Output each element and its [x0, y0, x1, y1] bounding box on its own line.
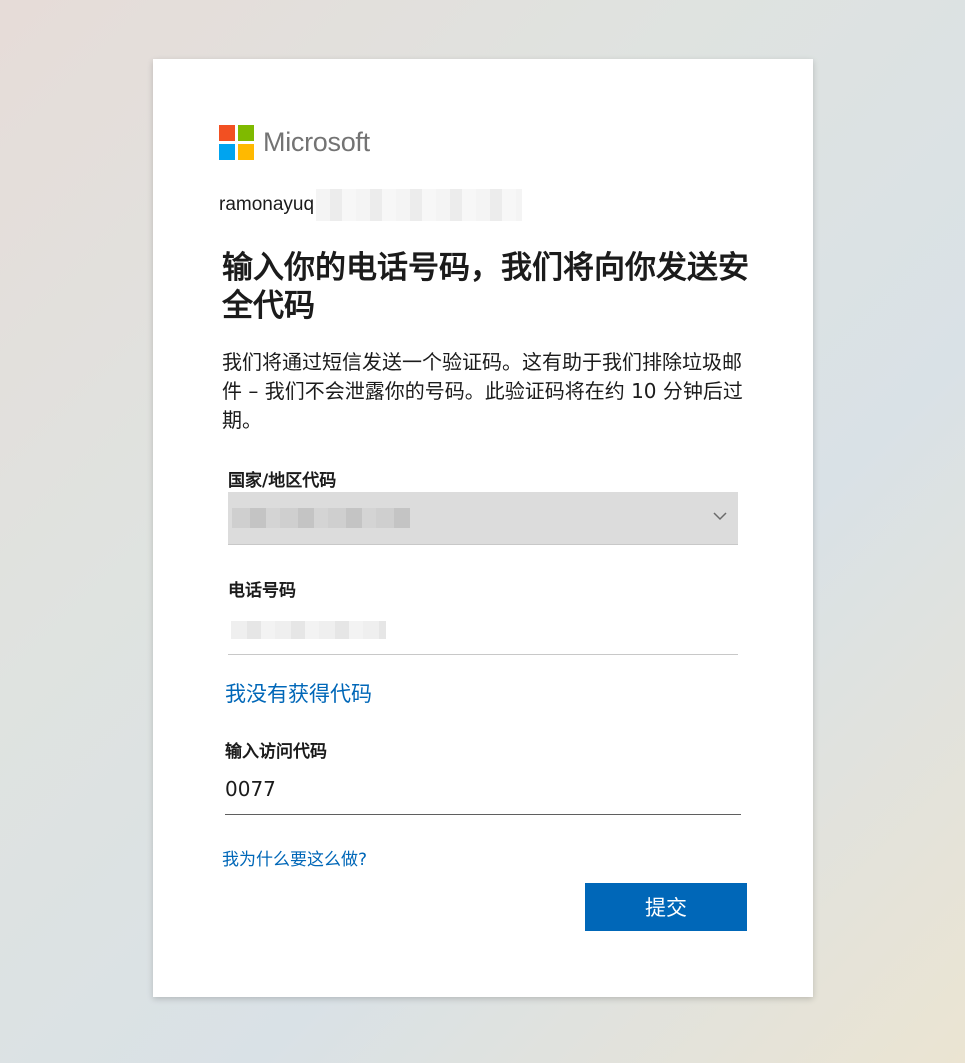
country-code-label: 国家/地区代码 [228, 471, 337, 491]
microsoft-logo: Microsoft [219, 125, 370, 160]
logo-square-blue [219, 144, 235, 160]
logo-wordmark: Microsoft [263, 127, 370, 157]
no-code-link[interactable]: 我没有获得代码 [225, 678, 372, 708]
logo-square-green [238, 125, 254, 141]
microsoft-logo-icon [219, 125, 254, 160]
access-code-input[interactable]: 0077 [225, 771, 741, 815]
phone-number-label: 电话号码 [228, 581, 296, 601]
phone-number-input[interactable] [228, 608, 738, 655]
country-code-select[interactable] [228, 492, 738, 545]
redacted-country-value [232, 508, 410, 528]
access-code-label: 输入访问代码 [225, 742, 327, 762]
redacted-email-blur [316, 189, 523, 221]
submit-button[interactable]: 提交 [585, 883, 747, 931]
signin-card: Microsoft ramonayuq 输入你的电话号码，我们将向你发送安全代码… [153, 59, 813, 997]
account-identity: ramonayuq [219, 189, 523, 221]
account-email: ramonayuq [219, 194, 315, 215]
page-description: 我们将通过短信发送一个验证码。这有助于我们排除垃圾邮件 – 我们不会泄露你的号码… [222, 350, 743, 432]
logo-square-yellow [238, 144, 254, 160]
logo-square-red [219, 125, 235, 141]
chevron-down-icon [713, 512, 727, 521]
access-code-value: 0077 [225, 777, 276, 801]
why-link[interactable]: 我为什么要这么做? [222, 845, 367, 870]
page-title: 输入你的电话号码，我们将向你发送安全代码 [222, 250, 749, 324]
redacted-phone-value [231, 621, 386, 639]
